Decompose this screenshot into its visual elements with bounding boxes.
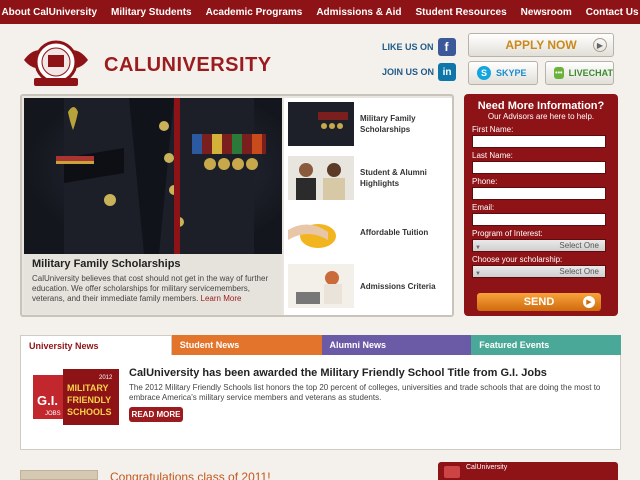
- brand-name[interactable]: CALUNIVERSITY: [104, 54, 272, 77]
- chevron-down-icon: ▼: [475, 245, 481, 251]
- bottom-promo-card[interactable]: CalUniversity: [438, 462, 618, 480]
- livechat-label: LIVECHAT: [568, 68, 613, 78]
- program-label: Program of Interest:: [472, 229, 543, 238]
- email-field[interactable]: [472, 213, 606, 226]
- feature-item-affordable-tuition[interactable]: Affordable Tuition: [286, 208, 450, 256]
- nav-admissions-aid[interactable]: Admissions & Aid: [309, 7, 408, 18]
- university-seal-logo[interactable]: [22, 38, 90, 90]
- badge-schools-text: SCHOOLS: [67, 407, 112, 417]
- hero-image-military-uniform[interactable]: [24, 98, 282, 254]
- feature-item-label: Admissions Criteria: [360, 281, 436, 291]
- tab-student-news[interactable]: Student News: [171, 335, 322, 355]
- phone-label: Phone:: [472, 177, 498, 186]
- news-tabs: University News Student News Alumni News…: [20, 335, 621, 355]
- arrow-right-icon: ▶: [583, 296, 595, 308]
- hero-caption: Military Family Scholarships CalUniversi…: [24, 254, 282, 314]
- tab-featured-events[interactable]: Featured Events: [471, 335, 621, 355]
- chat-bubble-icon: •••: [554, 67, 564, 79]
- email-label: Email:: [472, 203, 495, 212]
- nav-military-students[interactable]: Military Students: [104, 7, 199, 18]
- hero-description: CalUniversity believes that cost should …: [32, 274, 274, 304]
- news-body: The 2012 Military Friendly Schools list …: [129, 383, 601, 402]
- program-select-value: Select One: [559, 241, 599, 250]
- news-headline[interactable]: CalUniversity has been awarded the Milit…: [129, 367, 547, 379]
- badge-military-text: MILITARY: [67, 383, 109, 393]
- badge-year-text: 2012: [99, 375, 113, 381]
- feature-item-label: Military Family Scholarships: [360, 114, 416, 134]
- badge-gi-text: G.I.: [37, 393, 58, 408]
- info-request-form: Need More Information? Our Advisors are …: [464, 94, 618, 316]
- facebook-label: LIKE US ON: [382, 42, 434, 52]
- learn-more-link[interactable]: Learn More: [201, 294, 242, 303]
- congrats-headline[interactable]: Congratulations class of 2011!: [110, 470, 271, 480]
- tab-university-news[interactable]: University News: [20, 335, 172, 355]
- hero-title[interactable]: Military Family Scholarships: [32, 258, 274, 270]
- badge-jobs-text: JOBS: [45, 411, 61, 417]
- mini-logo-icon: [444, 466, 460, 478]
- read-more-button[interactable]: READ MORE: [129, 407, 183, 422]
- tab-alumni-news[interactable]: Alumni News: [321, 335, 472, 355]
- phone-field[interactable]: [472, 187, 606, 200]
- first-name-field[interactable]: [472, 135, 606, 148]
- top-nav: About CalUniversity Military Students Ac…: [0, 0, 640, 24]
- form-title: Need More Information?: [477, 100, 605, 112]
- feature-item-label: Student & Alumni Highlights: [360, 168, 427, 188]
- facebook-like[interactable]: LIKE US ON f: [382, 38, 456, 56]
- linkedin-join[interactable]: JOIN US ON in: [382, 63, 457, 81]
- apply-now-label: APPLY NOW: [505, 38, 577, 52]
- scholarship-select[interactable]: ▼ Select One: [472, 265, 606, 278]
- scholarship-select-value: Select One: [559, 267, 599, 276]
- scholarship-label: Choose your scholarship:: [472, 255, 563, 264]
- bottom-card-label: CalUniversity: [466, 464, 508, 471]
- skype-icon: S: [477, 66, 491, 80]
- nav-contact-us[interactable]: Contact Us: [579, 7, 640, 18]
- thumb-piggybank-image: [288, 210, 354, 254]
- bottom-thumbnail[interactable]: [20, 470, 98, 480]
- feature-item-label: Affordable Tuition: [360, 227, 429, 237]
- badge-friendly-text: FRIENDLY: [67, 395, 111, 405]
- thumb-uniform-image: [288, 102, 354, 146]
- nav-about[interactable]: About CalUniversity: [0, 7, 104, 18]
- nav-academic-programs[interactable]: Academic Programs: [199, 7, 310, 18]
- nav-student-resources[interactable]: Student Resources: [409, 7, 514, 18]
- thumb-students-image: [288, 156, 354, 200]
- last-name-label: Last Name:: [472, 151, 513, 160]
- facebook-icon: f: [437, 38, 456, 56]
- skype-button[interactable]: S SKYPE: [468, 61, 538, 85]
- last-name-field[interactable]: [472, 161, 606, 174]
- chevron-down-icon: ▼: [475, 271, 481, 277]
- news-panel: G.I. JOBS 2012 MILITARY FRIENDLY SCHOOLS…: [20, 355, 621, 450]
- feature-slider: Military Family Scholarships CalUniversi…: [20, 94, 454, 317]
- first-name-label: First Name:: [472, 125, 514, 134]
- linkedin-icon: in: [438, 63, 457, 81]
- livechat-button[interactable]: ••• LIVECHAT: [545, 61, 614, 85]
- form-subtitle: Our Advisors are here to help.: [487, 112, 595, 121]
- gi-jobs-badge-image: G.I. JOBS 2012 MILITARY FRIENDLY SCHOOLS: [33, 369, 119, 425]
- skype-label: SKYPE: [496, 68, 527, 78]
- feature-thumbnail-list: Military Family Scholarships Student & A…: [284, 98, 452, 315]
- thumb-laptop-image: [288, 264, 354, 308]
- program-select[interactable]: ▼ Select One: [472, 239, 606, 252]
- feature-item-student-highlights[interactable]: Student & Alumni Highlights: [286, 154, 450, 202]
- send-button[interactable]: SEND ▶: [477, 293, 601, 311]
- feature-item-military-scholarships[interactable]: Military Family Scholarships: [286, 100, 450, 148]
- arrow-right-icon: ▶: [593, 38, 607, 52]
- feature-item-admissions-criteria[interactable]: Admissions Criteria: [286, 262, 450, 310]
- apply-now-button[interactable]: APPLY NOW ▶: [468, 33, 614, 57]
- send-label: SEND: [523, 296, 555, 308]
- linkedin-label: JOIN US ON: [382, 67, 435, 77]
- nav-newsroom[interactable]: Newsroom: [514, 7, 579, 18]
